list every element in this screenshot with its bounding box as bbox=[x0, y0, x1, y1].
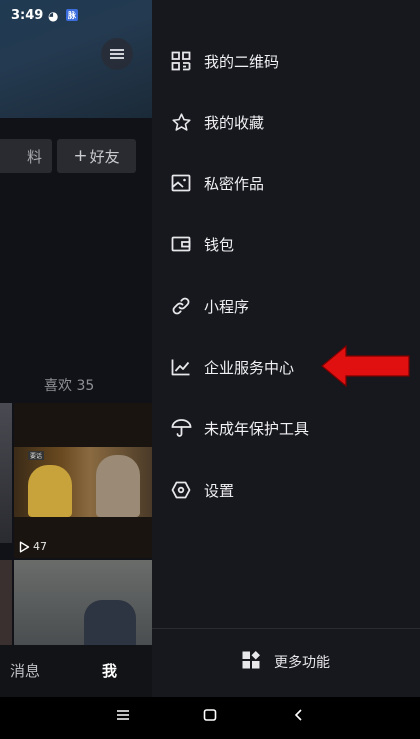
star-icon bbox=[170, 111, 192, 133]
drawer-item-wallet[interactable]: 钱包 bbox=[152, 218, 420, 270]
hamburger-menu-button[interactable] bbox=[101, 38, 133, 70]
video-thumbnail[interactable] bbox=[0, 403, 12, 543]
app-notification-badge: 脉 bbox=[66, 9, 78, 21]
more-features-button[interactable]: 更多功能 bbox=[152, 636, 420, 688]
recent-apps-button[interactable] bbox=[116, 707, 130, 726]
video-thumbnail[interactable]: 要话 bbox=[14, 403, 152, 558]
home-square-icon bbox=[203, 709, 217, 721]
play-count-value: 47 bbox=[33, 540, 47, 553]
profile-page: 料 + 好友 喜欢 35 要话 47 消息 我 bbox=[0, 0, 152, 697]
menu-icon bbox=[117, 710, 129, 720]
edit-profile-label: 料 bbox=[26, 147, 42, 166]
drawer-item-private-works[interactable]: 私密作品 bbox=[152, 157, 420, 209]
drawer-item-mini-programs[interactable]: 小程序 bbox=[152, 280, 420, 332]
video-caption: 要话 bbox=[28, 451, 45, 460]
nav-messages[interactable]: 消息 bbox=[10, 660, 40, 681]
drawer-item-label: 我的二维码 bbox=[204, 52, 280, 71]
home-button[interactable] bbox=[203, 707, 217, 726]
wallet-icon bbox=[170, 233, 192, 255]
more-features-label: 更多功能 bbox=[274, 655, 330, 671]
play-count: 47 bbox=[19, 540, 47, 553]
add-friend-button[interactable]: + 好友 bbox=[57, 139, 136, 173]
drawer-divider bbox=[152, 628, 420, 629]
play-icon bbox=[19, 541, 30, 552]
drawer-item-favorites[interactable]: 我的收藏 bbox=[152, 96, 420, 148]
edit-profile-button[interactable]: 料 bbox=[0, 139, 52, 173]
tab-likes[interactable]: 喜欢 35 bbox=[44, 375, 94, 395]
link-icon bbox=[170, 295, 192, 317]
drawer-item-label: 未成年保护工具 bbox=[204, 419, 310, 438]
private-image-icon bbox=[170, 172, 192, 194]
drawer-item-label: 私密作品 bbox=[204, 174, 265, 193]
drawer-item-label: 钱包 bbox=[204, 235, 235, 254]
annotation-arrow-icon bbox=[321, 344, 410, 388]
drawer-item-label: 我的收藏 bbox=[204, 113, 265, 132]
nav-me[interactable]: 我 bbox=[102, 660, 117, 681]
drawer-item-minor-protection[interactable]: 未成年保护工具 bbox=[152, 402, 420, 454]
back-button[interactable] bbox=[293, 707, 305, 726]
grid-icon bbox=[242, 651, 260, 673]
video-thumbnail[interactable] bbox=[14, 560, 152, 645]
plus-icon: + bbox=[73, 146, 88, 166]
drawer-item-settings[interactable]: 设置 bbox=[152, 464, 420, 516]
system-navigation-bar bbox=[0, 697, 420, 739]
status-time: 3:49 bbox=[11, 8, 44, 23]
umbrella-icon bbox=[170, 417, 192, 439]
qr-code-icon bbox=[170, 50, 192, 72]
video-thumbnail[interactable] bbox=[0, 560, 12, 645]
chart-line-icon bbox=[170, 356, 192, 378]
settings-hexagon-icon bbox=[170, 479, 192, 501]
add-friend-label: 好友 bbox=[89, 147, 120, 166]
back-arrow-icon bbox=[294, 709, 302, 721]
drawer-item-label: 企业服务中心 bbox=[204, 358, 295, 377]
drawer-item-qr-code[interactable]: 我的二维码 bbox=[152, 35, 420, 87]
bottom-navigation: 消息 我 bbox=[0, 645, 152, 697]
weibo-icon: ◕ bbox=[48, 9, 59, 23]
drawer-item-label: 设置 bbox=[204, 481, 235, 500]
drawer-item-label: 小程序 bbox=[204, 297, 250, 316]
